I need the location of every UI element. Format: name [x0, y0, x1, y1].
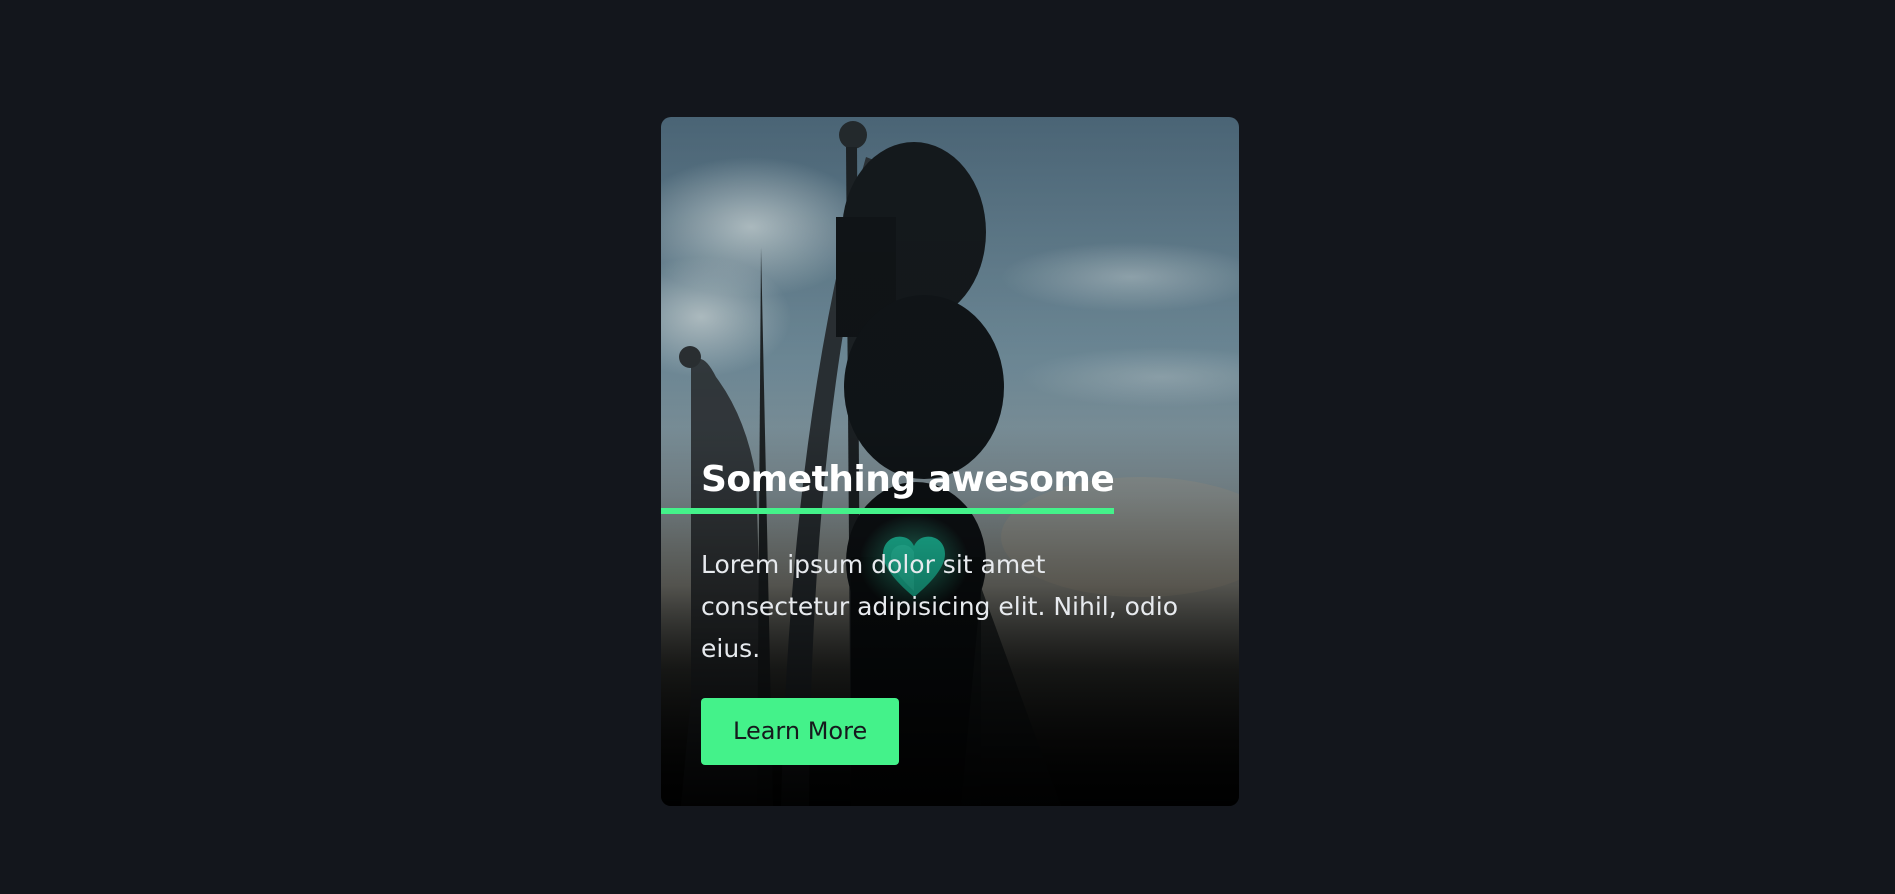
card-title-text: Something awesome	[701, 459, 1115, 500]
card-title: Something awesome	[661, 457, 1115, 514]
card-description: Lorem ipsum dolor sit amet consectetur a…	[701, 550, 1179, 663]
feature-card: Something awesome Lorem ipsum dolor sit …	[661, 117, 1239, 806]
learn-more-button[interactable]: Learn More	[701, 698, 900, 765]
page: Something awesome Lorem ipsum dolor sit …	[0, 0, 1895, 894]
card-content: Something awesome Lorem ipsum dolor sit …	[661, 457, 1199, 765]
card-title-underline	[661, 508, 1115, 514]
